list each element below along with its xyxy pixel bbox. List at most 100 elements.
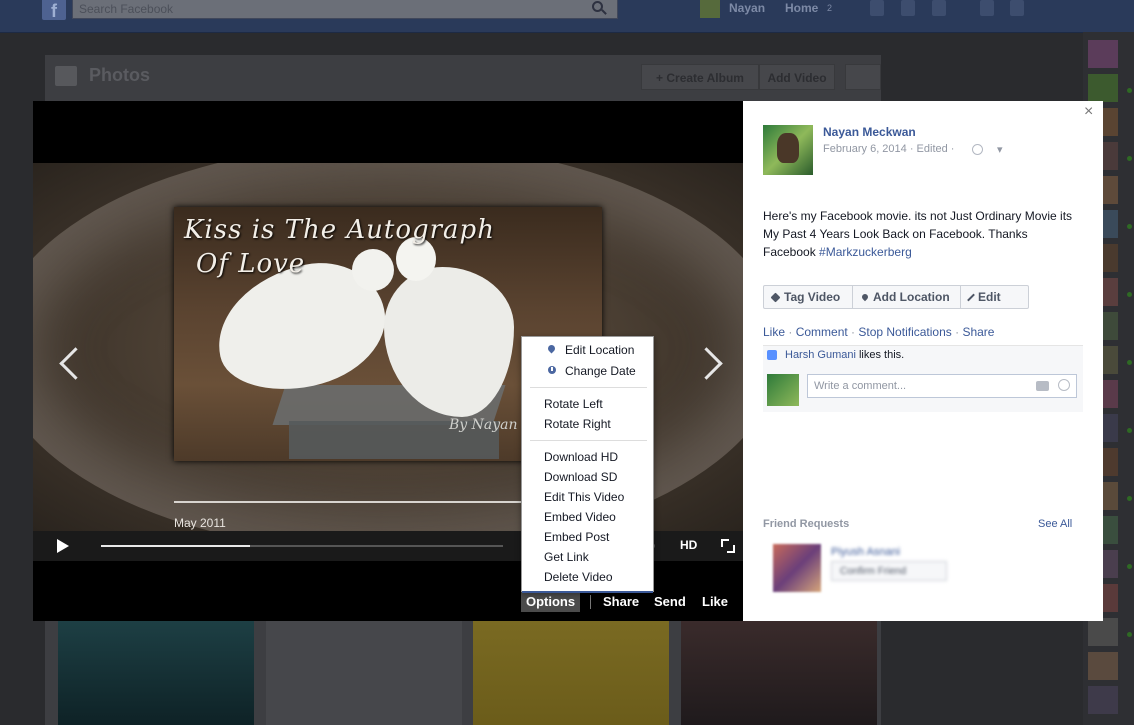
top-bar: f Search Facebook Nayan Home 2 [0,0,1134,33]
create-album-button[interactable]: + Create Album [641,64,759,90]
chat-avatar[interactable] [1088,618,1118,646]
menu-item-embed-post[interactable]: Embed Post [522,527,653,547]
caption-line-2: Of Love [196,249,306,279]
photo-thumbnail[interactable] [266,621,462,725]
confirm-friend-label: Confirm Friend [840,566,907,577]
online-dot-icon [1127,292,1132,297]
pencil-icon [967,293,975,302]
post-body: Here's my Facebook movie. its not Just O… [763,209,1073,259]
close-icon[interactable]: × [1084,103,1093,121]
menu-item-get-link[interactable]: Get Link [522,547,653,567]
menu-item-change-date[interactable]: Change Date [522,361,653,381]
ufi-like-link[interactable]: Like [763,325,785,339]
photos-icon [55,66,77,86]
edit-pencil-button[interactable] [845,64,881,90]
menu-item-embed-video[interactable]: Embed Video [522,507,653,527]
friend-request-avatar[interactable] [773,544,821,592]
menu-item-label: Edit Location [565,343,635,357]
clock-icon [548,366,556,374]
online-dot-icon [1127,428,1132,433]
ufi-comment-link[interactable]: Comment [796,325,848,339]
page-title: Photos [89,65,150,85]
notifications-icon[interactable] [932,0,946,16]
liker-name[interactable]: Harsh Gumani [785,349,856,361]
tag-video-button[interactable]: Tag Video [770,286,840,308]
divider [960,286,961,308]
emoticon-icon[interactable] [1058,379,1070,391]
add-location-label: Add Location [873,290,950,304]
home-link[interactable]: Home [785,1,818,15]
chat-avatar[interactable] [1088,74,1118,102]
menu-item-delete-video[interactable]: Delete Video [522,567,653,587]
menu-item-label: Rotate Right [544,417,611,431]
chat-avatar[interactable] [1088,686,1118,714]
menu-item-label: Get Link [544,550,589,564]
menu-item-edit-video[interactable]: Edit This Video [522,487,653,507]
search-placeholder: Search Facebook [79,2,174,16]
like-thumb-icon [767,350,777,360]
online-dot-icon [1127,564,1132,569]
menu-item-rotate-right[interactable]: Rotate Right [522,414,653,434]
location-pin-icon [546,343,557,354]
confirm-friend-button[interactable]: Confirm Friend [831,561,947,581]
menu-item-download-hd[interactable]: Download HD [522,447,653,467]
likes-sentence: Harsh Gumani likes this. [785,349,904,361]
divider [590,595,591,609]
menu-item-rotate-left[interactable]: Rotate Left [522,394,653,414]
author-name[interactable]: Nayan Meckwan [823,125,916,139]
online-dot-icon [1127,496,1132,501]
hd-toggle[interactable]: HD [680,538,697,552]
like-button[interactable]: Like [702,592,728,612]
messages-icon[interactable] [901,0,915,16]
photo-thumbnail[interactable] [58,621,254,725]
menu-item-edit-location[interactable]: Edit Location [522,340,653,360]
top-user-name[interactable]: Nayan [729,1,765,15]
chat-avatar[interactable] [1088,652,1118,680]
menu-item-label: Rotate Left [544,397,603,411]
author-avatar[interactable] [763,125,813,175]
edit-button[interactable]: Edit [967,286,1001,308]
friend-requests-icon[interactable] [870,0,884,16]
hashtag-link[interactable]: #Markzuckerberg [819,245,912,259]
facebook-logo-icon[interactable]: f [42,0,66,21]
search-input[interactable]: Search Facebook [72,0,618,19]
see-all-link[interactable]: See All [1038,518,1072,530]
add-location-button[interactable]: Add Location [860,286,950,308]
friend-request-name[interactable]: Piyush Asnani [831,546,900,558]
menu-item-download-sd[interactable]: Download SD [522,467,653,487]
play-icon[interactable] [57,539,69,553]
separator: · [951,325,963,339]
tag-icon [770,292,781,303]
photo-thumbnail[interactable] [681,621,877,725]
privacy-shortcuts-icon[interactable] [980,0,994,16]
camera-icon[interactable] [1036,381,1049,391]
send-button[interactable]: Send [654,592,686,612]
watermark: By Nayan [449,417,518,433]
privacy-selector[interactable]: ▾ [997,143,1003,156]
ufi-share-link[interactable]: Share [962,325,994,339]
search-icon[interactable] [592,1,603,12]
menu-item-label: Edit This Video [544,490,625,504]
fullscreen-icon[interactable] [721,539,735,553]
menu-item-label: Delete Video [544,570,613,584]
post-meta: February 6, 2014 · Edited · [823,143,955,155]
commenter-avatar [767,374,799,406]
seek-bar[interactable] [101,545,503,547]
top-avatar[interactable] [700,0,720,18]
home-count-badge: 2 [827,3,833,13]
online-dot-icon [1127,632,1132,637]
video-date: May 2011 [174,516,226,530]
edit-label: Edit [978,290,1001,304]
share-button[interactable]: Share [603,592,639,612]
add-video-button[interactable]: Add Video [759,64,835,90]
settings-menu-icon[interactable] [1010,0,1024,16]
chat-avatar[interactable] [1088,40,1118,68]
location-pin-icon [860,292,870,302]
options-button[interactable]: Options [521,592,581,612]
menu-underline [522,591,653,593]
post-text: Here's my Facebook movie. its not Just O… [763,207,1083,261]
ufi-stop-notifications-link[interactable]: Stop Notifications [858,325,951,339]
comment-input[interactable]: Write a comment... [807,374,1077,398]
photo-thumbnail[interactable] [473,621,669,725]
menu-item-label: Embed Post [544,530,610,544]
